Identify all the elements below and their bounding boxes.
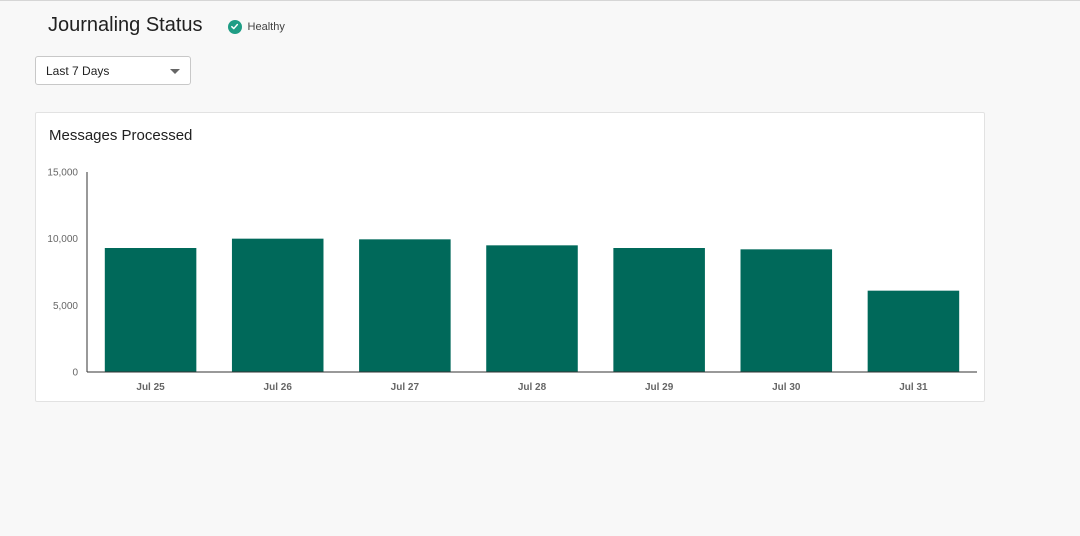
- bar: [359, 239, 451, 372]
- x-tick-label: Jul 31: [899, 382, 928, 393]
- y-tick-label: 5,000: [53, 301, 78, 312]
- y-tick-label: 10,000: [47, 234, 78, 245]
- messages-processed-card: Messages Processed 0 5,000 10,000 15,000 Jul…: [35, 112, 985, 402]
- top-divider: [0, 0, 1080, 1]
- x-tick-label: Jul 26: [264, 382, 293, 393]
- bar: [231, 238, 324, 372]
- caret-down-icon: [170, 62, 180, 80]
- page-header: Journaling Status Healthy: [48, 14, 285, 37]
- x-tick-label: Jul 29: [645, 382, 674, 393]
- check-circle-icon: [227, 19, 242, 34]
- x-tick-label: Jul 28: [518, 382, 547, 393]
- x-tick-label: Jul 25: [136, 382, 165, 393]
- bar: [104, 248, 197, 372]
- status-indicator: Healthy: [227, 19, 285, 34]
- x-tick-label: Jul 30: [772, 382, 801, 393]
- y-tick-label: 0: [72, 368, 78, 379]
- page-title: Journaling Status: [48, 14, 203, 36]
- bar: [740, 249, 833, 372]
- bar: [613, 248, 705, 372]
- y-tick-label: 15,000: [47, 168, 78, 179]
- bar: [486, 245, 578, 372]
- bar: [867, 290, 960, 372]
- x-tick-label: Jul 27: [391, 382, 420, 393]
- status-label: Healthy: [247, 20, 285, 33]
- date-range-select[interactable]: Last 7 Days: [35, 56, 191, 85]
- messages-bar-chart: 0 5,000 10,000 15,000 Jul 25 Jul 26 Jul 27 Jul …: [47, 168, 977, 393]
- date-range-value: Last 7 Days: [46, 63, 110, 78]
